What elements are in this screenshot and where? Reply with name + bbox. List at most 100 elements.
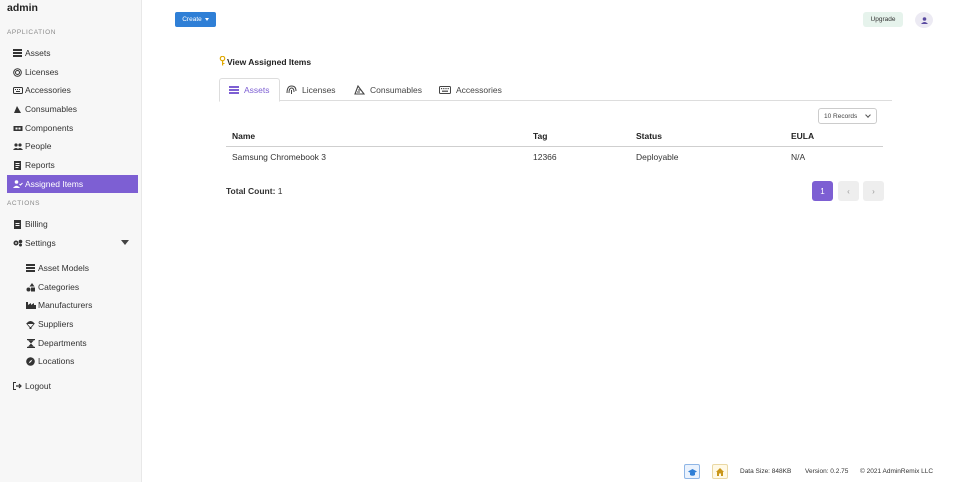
sidebar-item-consumables[interactable]: Consumables — [7, 100, 138, 118]
total-count: Total Count: 1 — [226, 186, 283, 196]
assigned-items-table: Name Tag Status EULA Samsung Chromebook … — [226, 127, 883, 168]
sidebar-item-label: Asset Models — [38, 263, 90, 273]
sidebar-item-people[interactable]: People — [7, 137, 138, 155]
fingerprint-icon — [286, 84, 297, 95]
sidebar-item-settings[interactable]: Settings — [7, 234, 138, 252]
tab-label: Licenses — [302, 84, 336, 95]
sidebar-item-departments[interactable]: Departments — [20, 334, 138, 352]
sidebar-item-suppliers[interactable]: Suppliers — [20, 315, 138, 333]
sidebar-item-categories[interactable]: Categories — [20, 278, 138, 296]
user-check-icon — [12, 180, 23, 188]
keyboard-icon — [439, 85, 451, 94]
section-label-actions: ACTIONS — [7, 200, 41, 207]
sidebar-item-label: Manufacturers — [38, 300, 93, 310]
user-icon — [920, 11, 928, 29]
sidebar-item-label: Settings — [25, 238, 56, 248]
key-icon — [219, 55, 226, 68]
upgrade-button[interactable]: Upgrade — [863, 12, 903, 27]
sidebar-item-components[interactable]: Components — [7, 119, 138, 137]
sidebar-item-assets[interactable]: Assets — [7, 44, 138, 62]
fingerprint-icon — [12, 67, 23, 77]
sidebar-item-assigned-items[interactable]: Assigned Items — [7, 175, 138, 193]
column-header-eula[interactable]: EULA — [785, 127, 883, 147]
records-per-page-select[interactable]: 10 Records — [818, 108, 877, 124]
list-icon — [25, 264, 36, 272]
sidebar-item-label: Categories — [38, 282, 80, 292]
upgrade-button-label: Upgrade — [870, 16, 896, 23]
tab-consumables[interactable]: Consumables — [345, 78, 431, 101]
sidebar-item-label: Billing — [25, 219, 48, 229]
sidebar-item-label: People — [25, 141, 52, 151]
brand-title: admin — [7, 2, 38, 14]
table-header-row: Name Tag Status EULA — [226, 127, 883, 147]
parachute-icon — [25, 320, 36, 329]
column-header-status[interactable]: Status — [630, 127, 785, 147]
records-select-value: 10 Records — [824, 112, 858, 120]
tab-label: Accessories — [456, 84, 502, 95]
column-header-name[interactable]: Name — [226, 127, 527, 147]
cheese-icon — [12, 105, 23, 114]
chevron-down-icon[interactable] — [121, 240, 129, 245]
caret-down-icon — [204, 18, 209, 21]
footer-data-size: Data Size: 848KB — [740, 468, 792, 475]
sidebar-item-reports[interactable]: Reports — [7, 156, 138, 174]
user-menu-avatar[interactable] — [915, 12, 933, 28]
section-label-application: APPLICATION — [7, 29, 57, 36]
graduation-cap-icon — [687, 463, 697, 481]
sidebar-item-label: Logout — [25, 381, 51, 391]
tab-accessories[interactable]: Accessories — [430, 78, 511, 101]
column-header-tag[interactable]: Tag — [527, 127, 630, 147]
chip-icon — [12, 125, 23, 132]
tab-label: Consumables — [370, 84, 422, 95]
sidebar: admin APPLICATION Assets Licenses Access… — [0, 0, 142, 482]
cell-eula: N/A — [791, 152, 806, 163]
sidebar-item-manufacturers[interactable]: Manufacturers — [20, 296, 138, 314]
footer-copyright: © 2021 AdminRemix LLC — [860, 468, 934, 475]
table-row[interactable]: Samsung Chromebook 3 12366 Deployable N/… — [226, 146, 883, 168]
cogs-icon — [12, 239, 23, 247]
cheese-icon — [354, 84, 365, 95]
compass-icon — [25, 356, 36, 366]
tab-assets[interactable]: Assets — [219, 78, 280, 102]
list-icon — [229, 86, 239, 94]
chevron-down-icon — [865, 112, 871, 118]
sidebar-item-label: Reports — [25, 160, 55, 170]
sidebar-item-licenses[interactable]: Licenses — [7, 63, 138, 81]
sidebar-item-billing[interactable]: Billing — [7, 215, 138, 233]
sidebar-item-accessories[interactable]: Accessories — [7, 81, 138, 99]
home-icon — [716, 463, 724, 481]
total-count-value: 1 — [277, 186, 283, 196]
page-prev-button[interactable]: ‹ — [838, 181, 859, 201]
sidebar-item-label: Components — [25, 123, 74, 133]
sidebar-item-label: Suppliers — [38, 319, 74, 329]
sidebar-item-locations[interactable]: Locations — [20, 352, 138, 370]
billing-icon — [12, 219, 23, 229]
page-next-button[interactable]: › — [863, 181, 884, 201]
sidebar-item-label: Locations — [38, 356, 75, 366]
page-title: View Assigned Items — [219, 55, 312, 68]
sidebar-item-label: Licenses — [25, 67, 59, 77]
total-count-label: Total Count: — [226, 186, 276, 196]
sidebar-item-label: Consumables — [25, 104, 77, 114]
sidebar-item-label: Accessories — [25, 85, 71, 95]
users-icon — [12, 142, 23, 150]
sidebar-item-logout[interactable]: Logout — [7, 377, 138, 395]
report-icon — [12, 160, 23, 170]
cell-tag: 12366 — [533, 152, 557, 163]
tab-label: Assets — [244, 85, 270, 95]
create-button[interactable]: Create — [175, 12, 216, 27]
sidebar-item-asset-models[interactable]: Asset Models — [20, 259, 138, 277]
tab-licenses[interactable]: Licenses — [277, 78, 345, 101]
list-icon — [12, 49, 23, 57]
hourglass-icon — [25, 338, 36, 348]
footer-version: Version: 0.2.75 — [805, 468, 849, 475]
keyboard-icon — [12, 86, 23, 94]
create-button-label: Create — [182, 16, 202, 23]
page-button-current[interactable]: 1 — [812, 181, 833, 201]
industry-icon — [25, 301, 36, 309]
page-title-text: View Assigned Items — [227, 57, 312, 67]
logout-icon — [12, 382, 23, 390]
docs-button[interactable] — [684, 464, 700, 479]
cell-name: Samsung Chromebook 3 — [232, 152, 327, 163]
home-button[interactable] — [712, 464, 728, 479]
